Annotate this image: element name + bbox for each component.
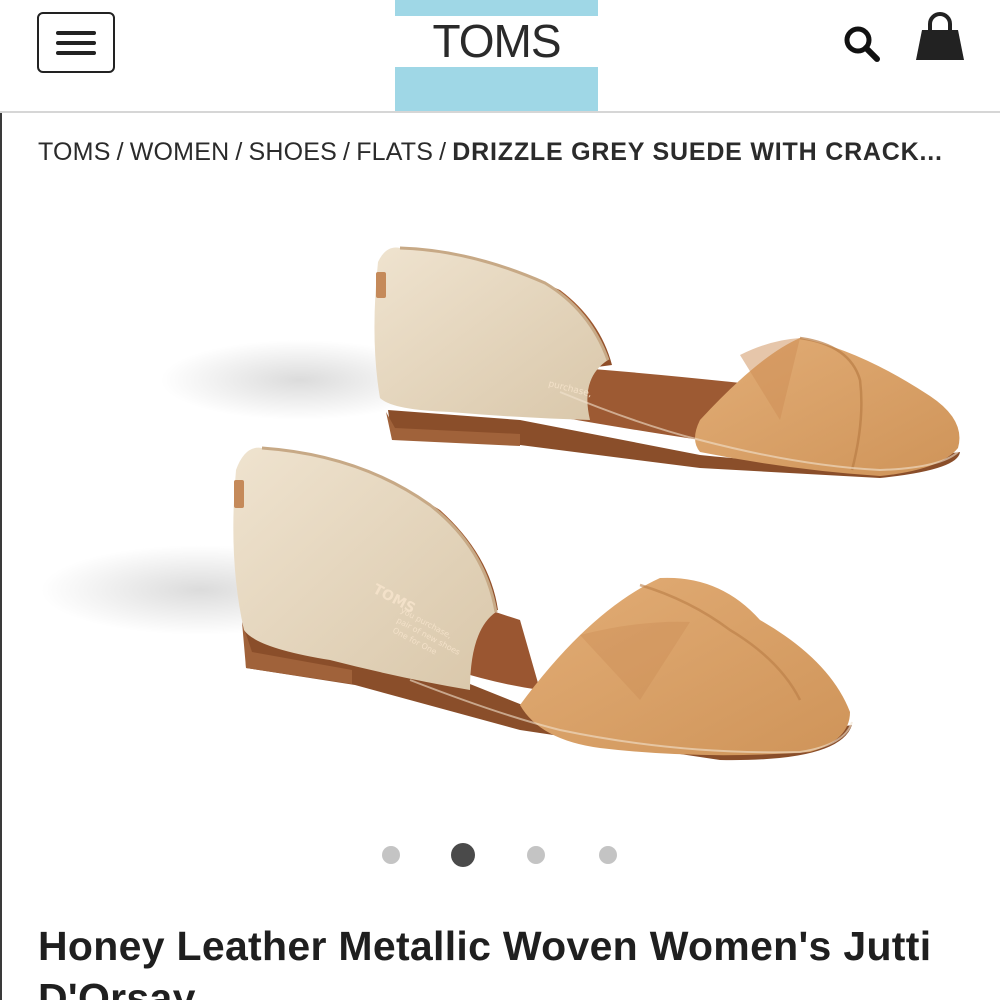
breadcrumb-women[interactable]: WOMEN: [130, 138, 230, 166]
logo-text: TOMS: [432, 15, 561, 67]
header-divider: [0, 111, 1000, 113]
cart-button[interactable]: [914, 12, 966, 70]
search-icon: [844, 26, 880, 62]
breadcrumb-separator: /: [235, 138, 243, 166]
front-shoe: TOMS you purchase, pair of new shoes One…: [233, 446, 853, 761]
product-title: Honey Leather Metallic Woven Women's Jut…: [38, 923, 932, 1000]
product-image[interactable]: purchase, TOMS you purchase, pair of new: [0, 190, 1000, 830]
breadcrumb-separator: /: [116, 138, 124, 166]
carousel-dot-2-active[interactable]: [451, 843, 475, 867]
shopping-bag-icon: [916, 12, 964, 60]
carousel-dot-4[interactable]: [599, 846, 617, 864]
search-button[interactable]: [840, 22, 884, 66]
breadcrumb-toms[interactable]: TOMS: [38, 138, 111, 166]
menu-button[interactable]: [37, 12, 115, 73]
breadcrumb-flats[interactable]: FLATS: [356, 138, 433, 166]
breadcrumb-shoes[interactable]: SHOES: [249, 138, 338, 166]
toms-logo[interactable]: TOMS: [395, 0, 598, 111]
site-header: TOMS: [0, 0, 1000, 113]
breadcrumb: TOMS / WOMEN / SHOES / FLATS / DRIZZLE GREY SUED…: [38, 136, 968, 168]
breadcrumb-separator: /: [439, 138, 447, 166]
carousel-dot-1[interactable]: [382, 846, 400, 864]
breadcrumb-current: DRIZZLE GREY SUEDE WITH CRACK...: [452, 138, 943, 166]
back-shoe: purchase,: [374, 246, 960, 478]
carousel-dots: [0, 842, 1000, 868]
shoes-illustration: purchase, TOMS you purchase, pair of new: [40, 246, 960, 761]
carousel-dot-3[interactable]: [527, 846, 545, 864]
breadcrumb-separator: /: [343, 138, 351, 166]
